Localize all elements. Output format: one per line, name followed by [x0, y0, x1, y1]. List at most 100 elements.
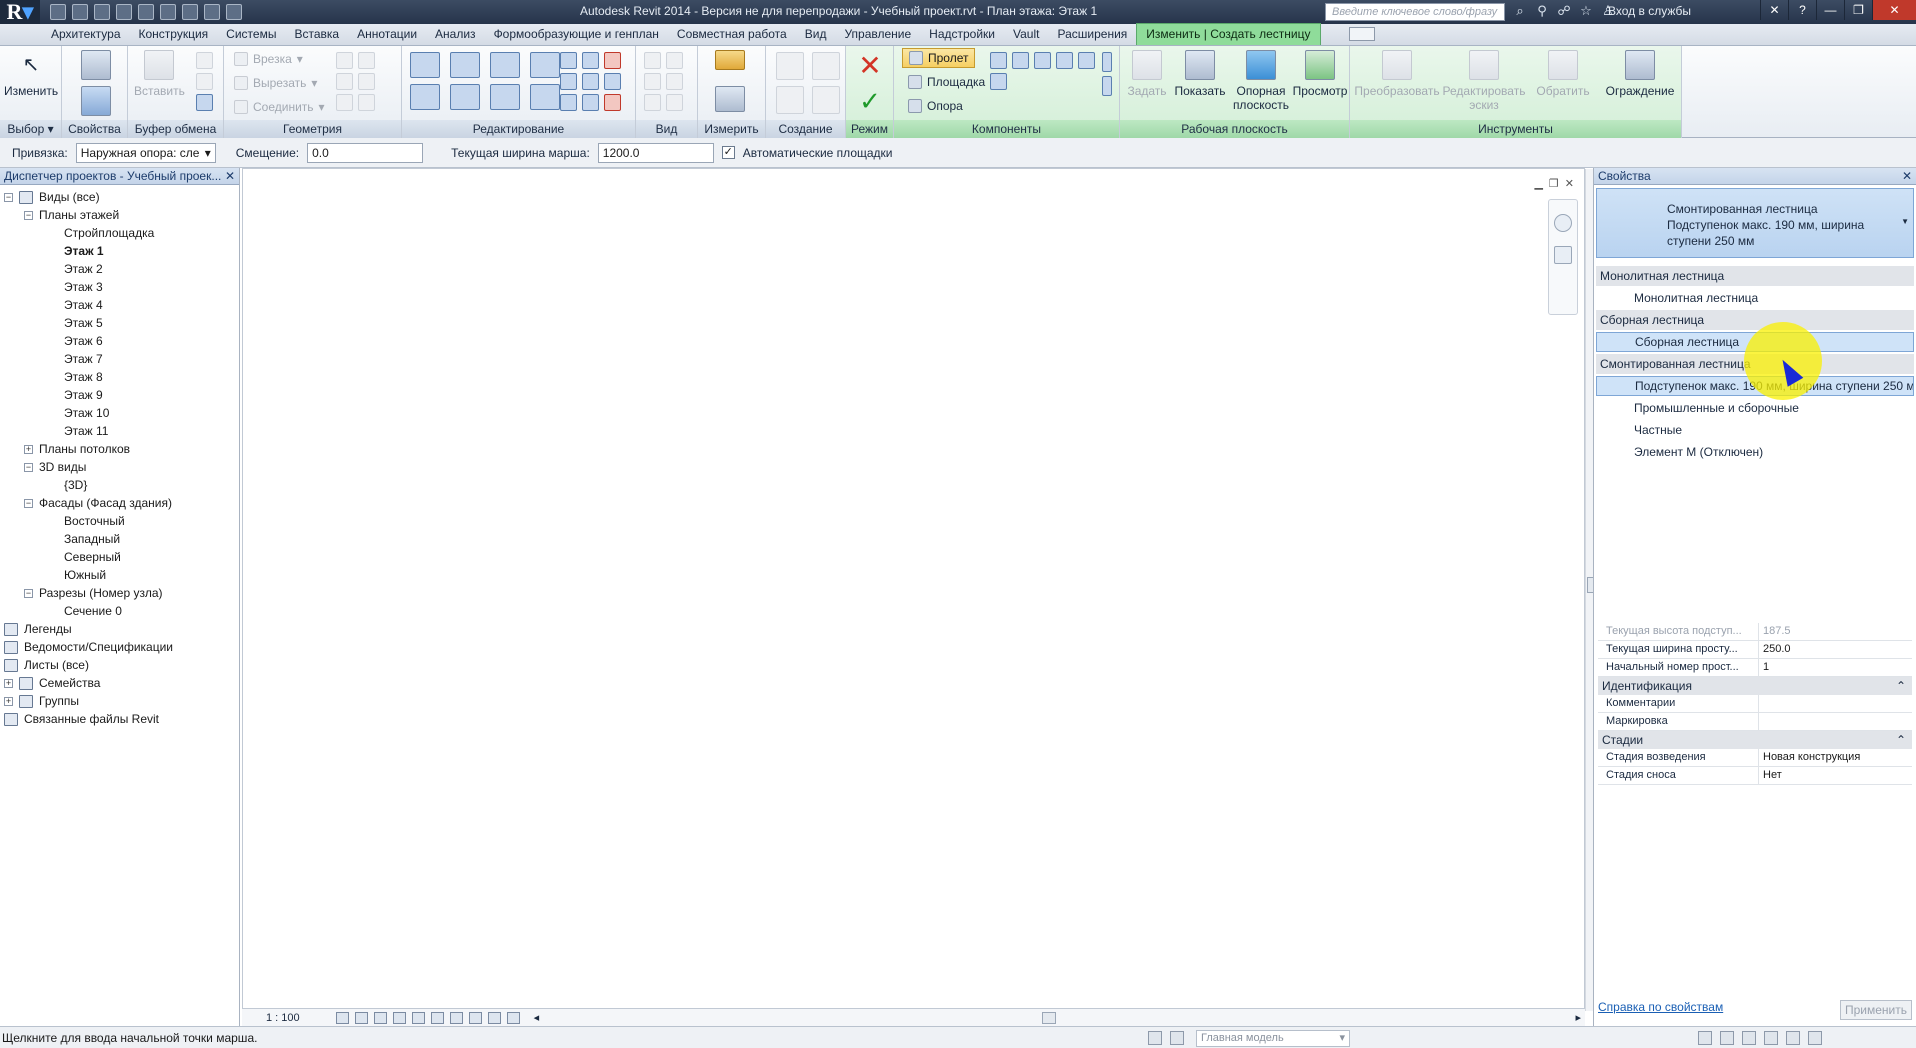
type-option[interactable]: Монолитная лестница	[1596, 288, 1914, 308]
collapse-icon[interactable]: −	[4, 192, 13, 202]
tree-item[interactable]: Этаж 3	[64, 278, 103, 296]
create-parts-icon[interactable]	[812, 52, 840, 80]
property-value[interactable]: 250.0	[1759, 641, 1912, 658]
create-assembly-icon[interactable]	[776, 52, 804, 80]
tab-collaborate[interactable]: Совместная работа	[668, 24, 796, 45]
override-graphics-icon[interactable]	[666, 52, 683, 69]
property-section-header[interactable]: Стадии ⌃	[1598, 731, 1912, 749]
save-icon[interactable]	[94, 4, 110, 20]
tree-item[interactable]: + Планы потолков	[24, 440, 130, 458]
reveal-hidden-icon[interactable]	[487, 1011, 501, 1024]
filter-icon[interactable]	[1808, 1031, 1822, 1045]
cancel-edit-mode-button[interactable]: ✕	[854, 50, 886, 82]
tab-analyze[interactable]: Анализ	[426, 24, 485, 45]
landing-tool[interactable]: Площадка	[908, 73, 985, 91]
center-ends-spiral-icon[interactable]	[1034, 52, 1051, 69]
redo-icon[interactable]	[138, 4, 154, 20]
tab-massing-site[interactable]: Формообразующие и генплан	[485, 24, 668, 45]
tree-item[interactable]: − Фасады (Фасад здания)	[24, 494, 172, 512]
l-shape-winder-icon[interactable]	[1056, 52, 1073, 69]
tab-annotate[interactable]: Аннотации	[348, 24, 426, 45]
visual-style-icon[interactable]	[354, 1011, 368, 1024]
close-hidden-windows-icon[interactable]	[226, 4, 242, 20]
type-properties-button[interactable]	[76, 86, 116, 120]
tree-item[interactable]: Северный	[64, 548, 121, 566]
collapse-icon[interactable]: −	[24, 588, 33, 598]
tree-item[interactable]: Этаж 8	[64, 368, 103, 386]
tree-item[interactable]: Ведомости/Спецификации	[4, 638, 173, 656]
temporary-hide-icon[interactable]	[468, 1011, 482, 1024]
tree-item[interactable]: − Планы этажей	[24, 206, 119, 224]
tab-vault[interactable]: Vault	[1004, 24, 1048, 45]
exchange-apps-icon[interactable]: ✕	[1760, 0, 1788, 20]
properties-button[interactable]	[76, 50, 116, 84]
mirror-draw-icon[interactable]	[530, 52, 560, 78]
tree-item[interactable]: {3D}	[64, 476, 87, 494]
rotate-icon[interactable]	[490, 84, 520, 110]
align-icon[interactable]	[410, 52, 440, 78]
select-by-face-icon[interactable]	[1764, 1031, 1778, 1045]
close-icon[interactable]: ✕	[225, 169, 235, 183]
reference-plane-button[interactable]: Опорная плоскость	[1228, 50, 1294, 112]
scale-icon[interactable]	[582, 73, 599, 90]
location-line-select[interactable]: Наружная опора: сле ▾	[75, 142, 216, 163]
worksets-icon[interactable]	[1148, 1031, 1162, 1045]
linework-icon[interactable]	[644, 73, 661, 90]
unlocked-3d-view-icon[interactable]	[449, 1011, 463, 1024]
offset-input[interactable]: 0.0	[307, 142, 424, 163]
tree-item[interactable]: Этаж 2	[64, 260, 103, 278]
hide-element-icon[interactable]	[644, 52, 661, 69]
tree-item[interactable]: Этаж 4	[64, 296, 103, 314]
active-model-select[interactable]: Главная модель ▾	[1196, 1030, 1350, 1047]
collapse-icon[interactable]: −	[24, 498, 33, 508]
revit-logo-icon[interactable]: R ▾	[0, 0, 40, 24]
paint-icon[interactable]	[336, 73, 353, 90]
tree-item[interactable]: Южный	[64, 566, 106, 584]
collapse-icon[interactable]: −	[24, 462, 33, 472]
tree-item[interactable]: + Группы	[4, 692, 79, 710]
u-shape-winder-icon[interactable]	[1078, 52, 1095, 69]
reveal-icon[interactable]	[666, 94, 683, 111]
favorites-star-icon[interactable]: ☆	[1578, 3, 1594, 19]
detail-level-icon[interactable]	[335, 1011, 349, 1024]
steering-wheel-icon[interactable]	[1554, 214, 1572, 232]
edit-sketch-button[interactable]: Редактировать эскиз	[1440, 50, 1528, 112]
tab-architecture[interactable]: Архитектура	[42, 24, 130, 45]
view-close-icon[interactable]: ✕	[1565, 177, 1574, 190]
tab-systems[interactable]: Системы	[217, 24, 285, 45]
tree-item[interactable]: − Разрезы (Номер узла)	[24, 584, 163, 602]
tree-item[interactable]: Этаж 5	[64, 314, 103, 332]
communication-icon[interactable]: ☍	[1556, 3, 1572, 19]
dimension-button[interactable]	[710, 86, 750, 116]
zoom-region-icon[interactable]	[1554, 246, 1572, 264]
expand-icon[interactable]: +	[4, 678, 13, 688]
railing-button[interactable]: Ограждение	[1600, 50, 1680, 98]
split-icon[interactable]	[560, 52, 577, 69]
drag-elements-icon[interactable]	[1786, 1031, 1800, 1045]
binoculars-icon[interactable]: ⌕	[1512, 3, 1528, 19]
property-value[interactable]: Нет	[1759, 767, 1912, 784]
viewer-button[interactable]: Просмотр	[1290, 50, 1350, 98]
select-links-icon[interactable]	[1698, 1031, 1712, 1045]
cutout-button[interactable]: Вырезать ▾	[234, 74, 317, 92]
select-underlay-icon[interactable]	[1720, 1031, 1734, 1045]
set-workplane-button[interactable]: Задать	[1126, 50, 1168, 98]
property-value[interactable]: 1	[1759, 659, 1912, 676]
tree-item[interactable]: Этаж 10	[64, 404, 109, 422]
drawing-area[interactable]: ▁ ❐ ✕	[242, 168, 1598, 1011]
horizontal-scroll-thumb[interactable]	[1042, 1012, 1056, 1024]
subscription-icon[interactable]: ⚲	[1534, 3, 1550, 19]
tree-item[interactable]: − Виды (все)	[4, 188, 100, 206]
remove-paint-icon[interactable]	[358, 73, 375, 90]
convert-button[interactable]: Преобразовать	[1354, 50, 1440, 98]
pin-icon[interactable]	[604, 73, 621, 90]
copy-element-icon[interactable]	[450, 84, 480, 110]
editable-only-icon[interactable]	[1170, 1031, 1184, 1045]
wall-joins-icon[interactable]	[336, 52, 353, 69]
tab-view[interactable]: Вид	[796, 24, 836, 45]
search-input[interactable]: Введите ключевое слово/фразу	[1325, 3, 1505, 21]
join-button[interactable]: Соединить ▾	[234, 98, 325, 116]
view-minimize-icon[interactable]: ▁	[1534, 177, 1542, 190]
measure-icon[interactable]	[160, 4, 176, 20]
split-face-icon[interactable]	[358, 52, 375, 69]
